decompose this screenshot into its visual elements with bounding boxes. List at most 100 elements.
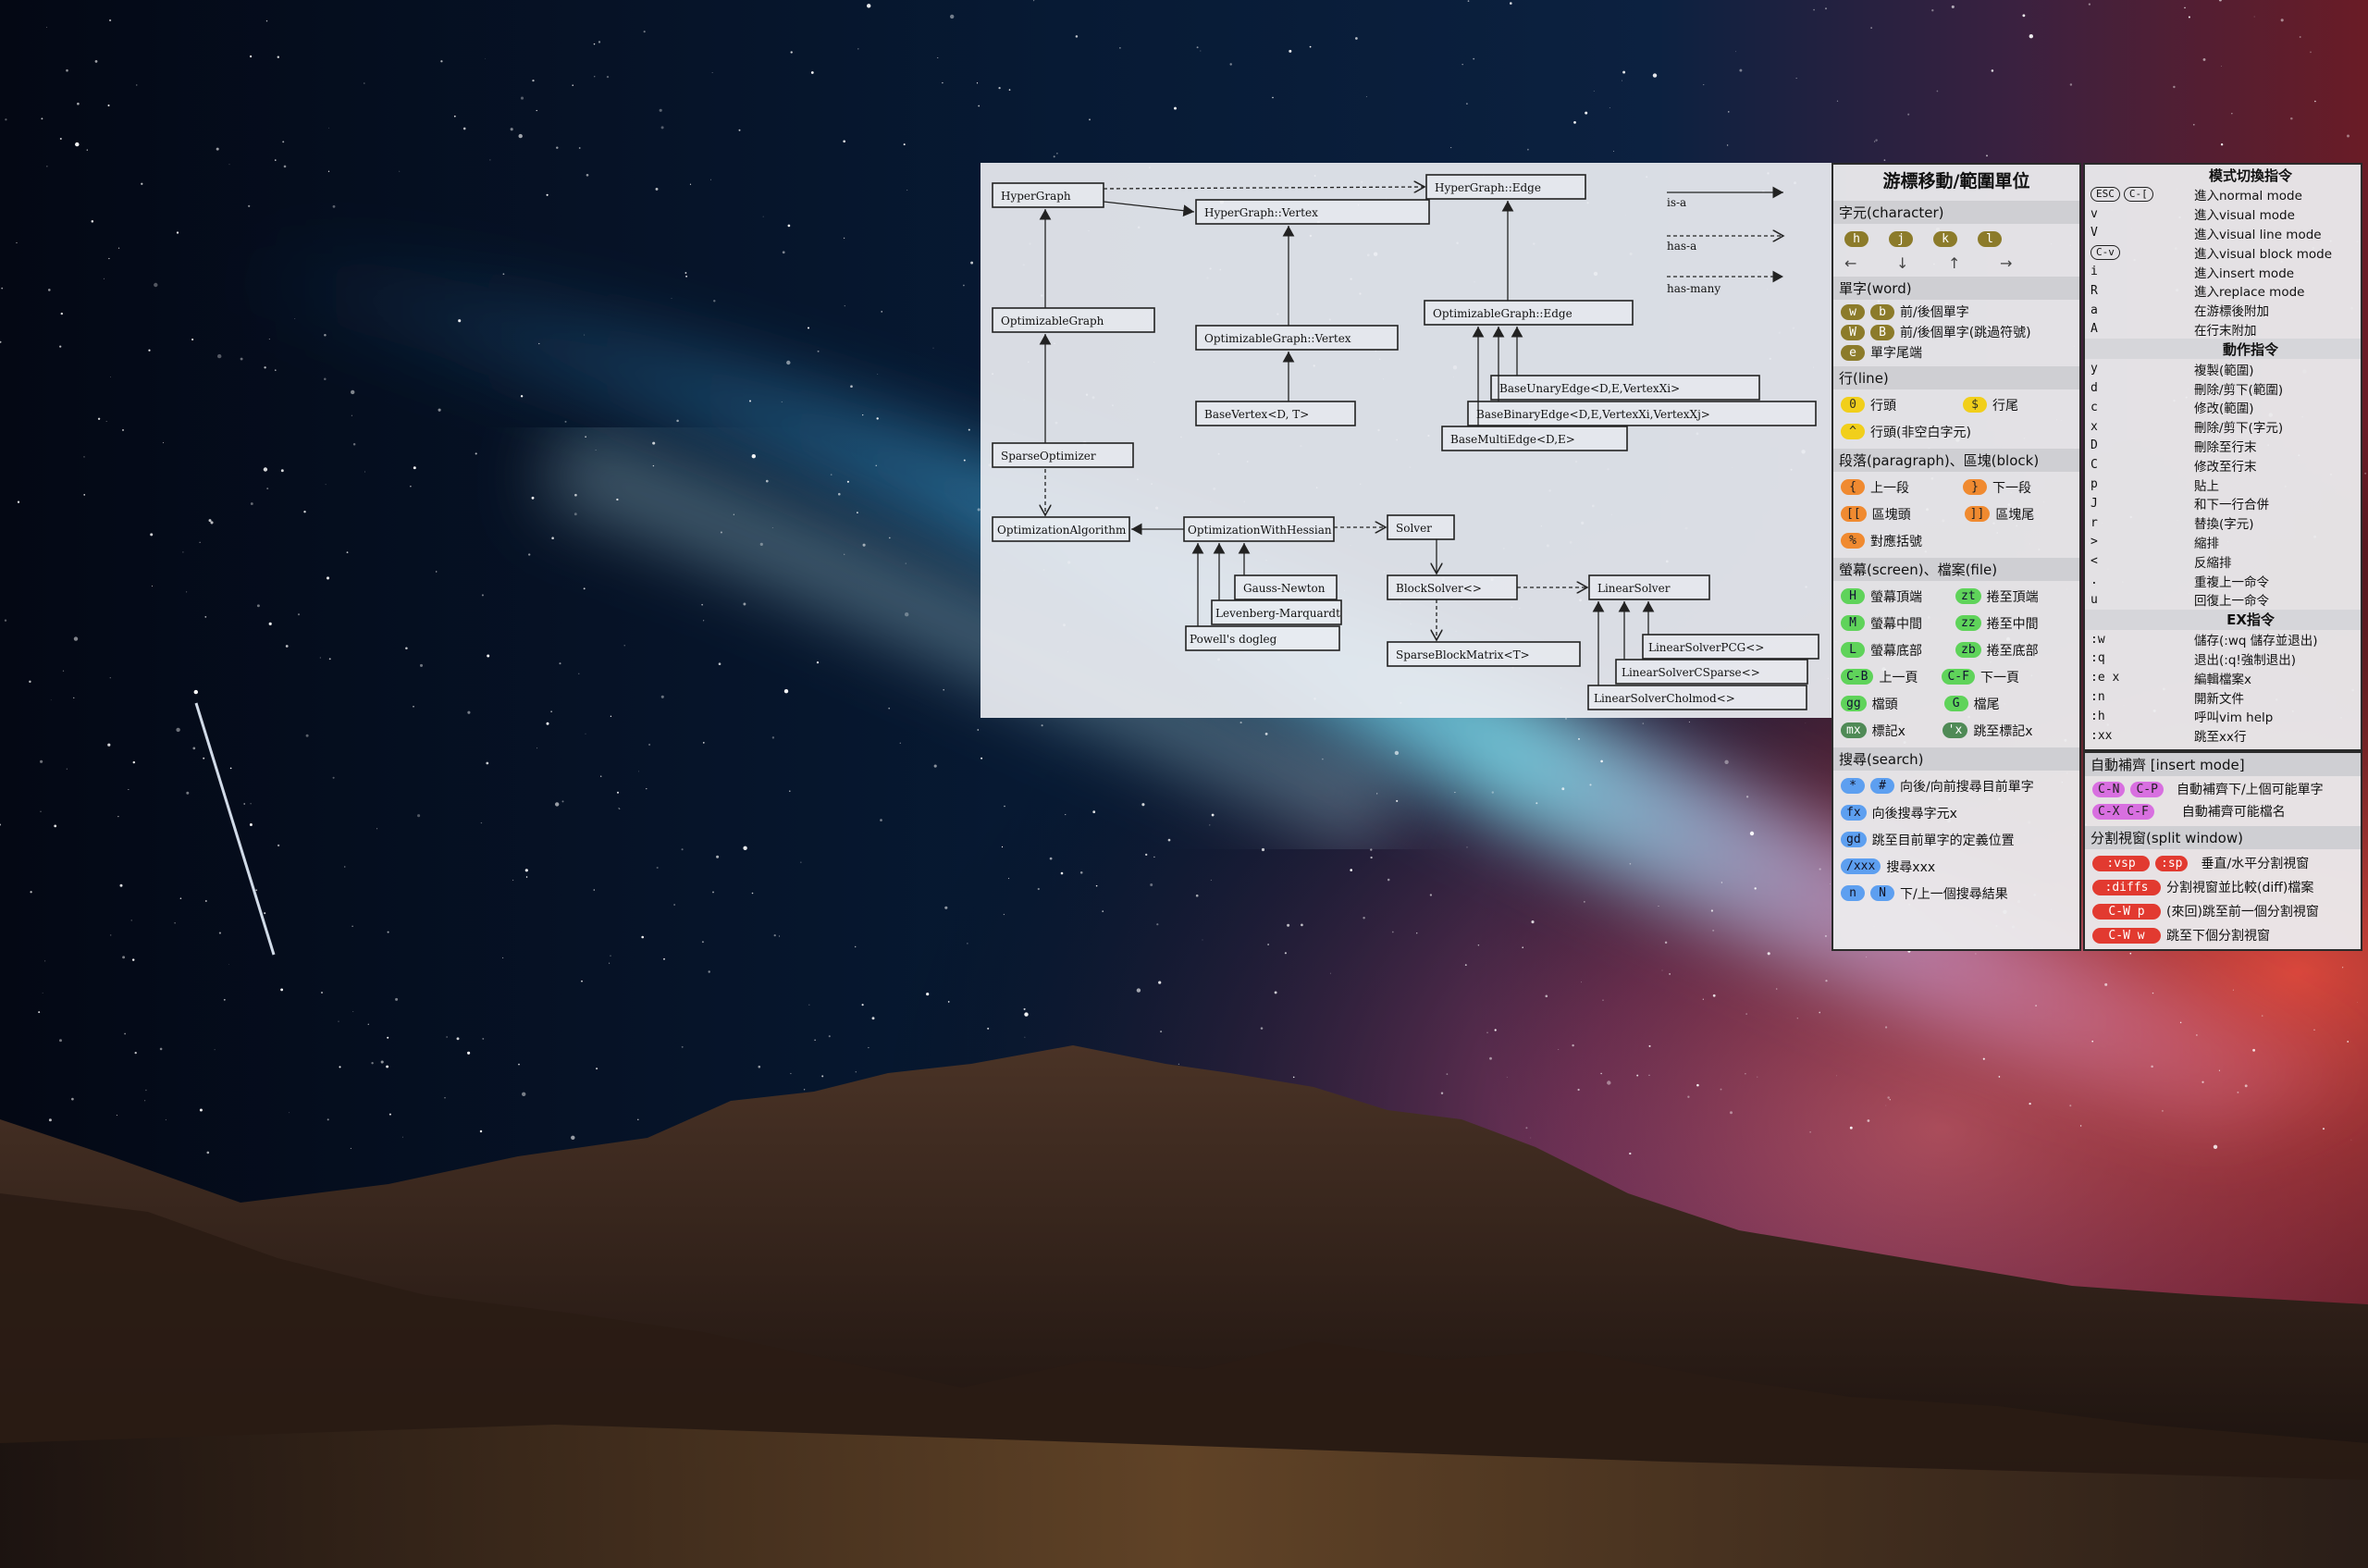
star (1836, 1075, 1837, 1077)
screen-row: mx 標記x'x 跳至標記x (1833, 717, 2079, 744)
split-title: 分割視窗(split window) (2085, 826, 2361, 849)
node-ls-csparse: LinearSolverCSparse<> (1615, 659, 1808, 685)
key-k: k (1933, 231, 1957, 247)
star (319, 657, 321, 659)
star (107, 743, 111, 747)
star (255, 889, 258, 892)
star (29, 680, 31, 684)
star (481, 594, 484, 597)
star (249, 55, 253, 58)
star (1889, 1099, 1891, 1101)
star (656, 866, 659, 870)
star (572, 84, 574, 86)
action-row: u 回復上一命令 (2090, 592, 2269, 610)
svg-text:LinearSolverCSparse<>: LinearSolverCSparse<> (1622, 666, 1760, 679)
star (932, 347, 934, 349)
action-row: c 修改(範圍) (2090, 400, 2254, 417)
star (2299, 36, 2301, 38)
svg-text:OptimizationAlgorithm: OptimizationAlgorithm (997, 524, 1127, 537)
star (2231, 113, 2233, 115)
star (528, 553, 531, 556)
star (59, 345, 62, 348)
star (712, 891, 714, 894)
star (1884, 1026, 1888, 1029)
star (1092, 810, 1096, 814)
para-row: % 對應括號 (1833, 527, 2079, 554)
star (2357, 1002, 2358, 1004)
star (440, 60, 443, 63)
motion-title: 游標移動/範圍單位 (1882, 171, 2030, 191)
star (268, 622, 272, 626)
star (480, 821, 483, 824)
split-row: :diffs 分割視窗並比較(diff)檔案 (2085, 875, 2361, 899)
star (467, 1051, 471, 1055)
star (2322, 1128, 2325, 1130)
search-row: * # 向後/向前搜尋目前單字 (1833, 772, 2079, 799)
star (1867, 1119, 1870, 1122)
star (2220, 65, 2222, 67)
star (786, 360, 791, 365)
star (2179, 1021, 2182, 1024)
star (103, 278, 105, 279)
star (40, 810, 42, 813)
star (328, 658, 331, 661)
star (1813, 8, 1815, 11)
star (83, 494, 86, 496)
star (410, 486, 412, 488)
arrow-up-icon: ↑ (1948, 253, 1961, 272)
star (843, 140, 846, 143)
star (1209, 824, 1211, 826)
ex-title: EX指令 (2085, 609, 2361, 630)
star (1819, 1011, 1821, 1014)
star (2151, 1065, 2153, 1068)
star (1745, 796, 1749, 798)
star (216, 147, 219, 151)
star (174, 922, 176, 924)
star (600, 775, 602, 777)
star (1629, 862, 1632, 865)
star (518, 133, 523, 139)
node-ls-cholmod: LinearSolverCholmod<> (1587, 685, 1807, 710)
star (546, 193, 549, 196)
star (217, 353, 222, 359)
star (1301, 923, 1303, 927)
svg-text:Levenberg-Marquardt: Levenberg-Marquardt (1215, 607, 1340, 620)
star (2347, 134, 2350, 138)
star (265, 19, 268, 22)
search-row: fx 向後搜尋字元x (1833, 799, 2079, 826)
star (456, 1037, 460, 1041)
star (50, 699, 52, 701)
screen-row: L 螢幕底部 zb 捲至底部 (1833, 636, 2079, 663)
star (1, 287, 4, 290)
star (1370, 848, 1373, 851)
star (846, 480, 849, 483)
star (364, 82, 365, 84)
star (810, 71, 814, 74)
star (144, 1100, 146, 1102)
star (352, 925, 353, 928)
star (401, 1136, 403, 1138)
action-row: y 複製(範圍) (2090, 362, 2254, 378)
svg-text:SparseOptimizer: SparseOptimizer (1001, 450, 1096, 463)
star (1622, 70, 1626, 74)
star (888, 537, 891, 539)
star (947, 1001, 950, 1003)
legend-is-a: is-a (1667, 196, 1686, 209)
star (2213, 1144, 2218, 1150)
star (228, 964, 229, 965)
star (783, 689, 789, 694)
star (681, 848, 684, 851)
star (148, 349, 151, 352)
star (880, 819, 882, 821)
star (275, 369, 277, 371)
star (551, 537, 554, 539)
svg-text:OptimizableGraph::Vertex: OptimizableGraph::Vertex (1204, 332, 1351, 345)
star (277, 56, 279, 58)
star (862, 543, 866, 547)
star (325, 484, 327, 486)
svg-text:BaseMultiEdge<D,E>: BaseMultiEdge<D,E> (1450, 433, 1575, 446)
star (1825, 7, 1827, 10)
star (659, 108, 662, 112)
star (108, 19, 112, 22)
star (1292, 1076, 1295, 1079)
